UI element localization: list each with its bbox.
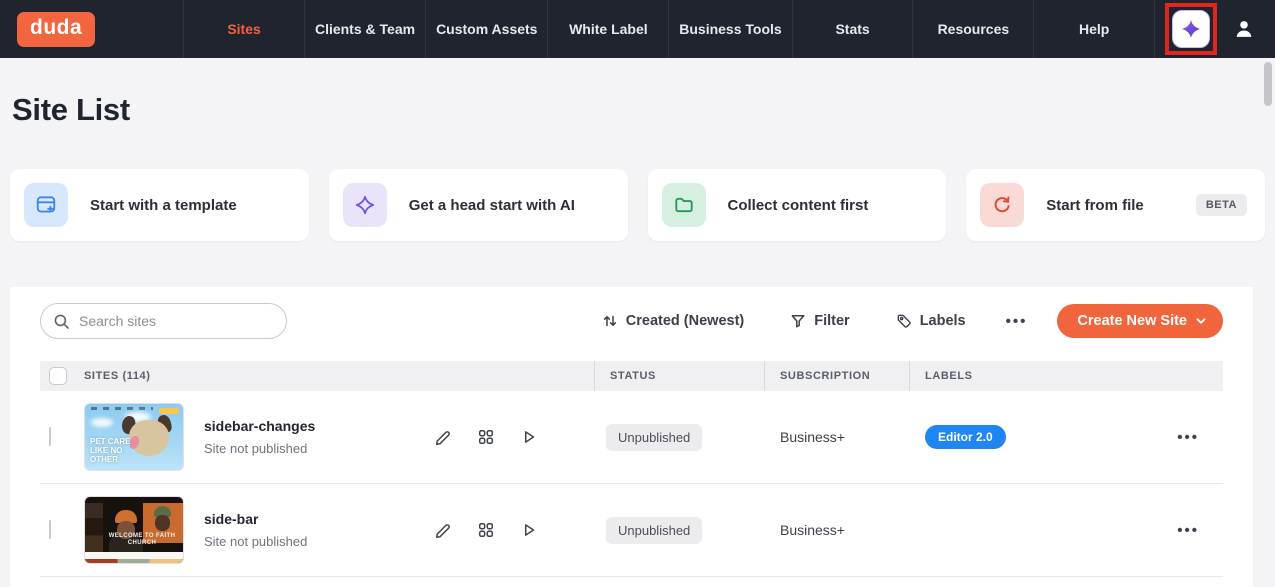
search-box[interactable] bbox=[40, 303, 287, 339]
photo-collage-decoration bbox=[85, 503, 103, 553]
sort-label: Created (Newest) bbox=[626, 313, 744, 329]
preview-play-icon[interactable] bbox=[520, 521, 538, 539]
nav-item-stats[interactable]: Stats bbox=[792, 0, 913, 58]
thumb-nav-decoration bbox=[91, 407, 153, 410]
thumb-button-decoration bbox=[159, 408, 179, 414]
column-header-sites: SITES (114) bbox=[84, 361, 594, 391]
labels-label: Labels bbox=[920, 313, 966, 329]
ai-button-highlight-box bbox=[1165, 3, 1217, 55]
beta-badge: BETA bbox=[1196, 194, 1247, 216]
edit-pencil-icon[interactable] bbox=[434, 428, 452, 446]
create-new-site-label: Create New Site bbox=[1077, 313, 1187, 329]
create-new-site-button[interactable]: Create New Site bbox=[1057, 304, 1223, 338]
main-nav: Sites Clients & Team Custom Assets White… bbox=[183, 0, 1155, 58]
row-checkbox[interactable] bbox=[49, 427, 51, 446]
more-options-button[interactable]: ••• bbox=[1006, 313, 1028, 330]
cloud-decoration bbox=[91, 418, 113, 427]
site-name[interactable]: sidebar-changes bbox=[204, 418, 434, 434]
start-with-template-card[interactable]: Start with a template bbox=[10, 169, 309, 241]
column-header-status: STATUS bbox=[594, 361, 764, 391]
nav-item-resources[interactable]: Resources bbox=[912, 0, 1033, 58]
page-content: Site List Start with a template Get a he… bbox=[0, 92, 1275, 241]
thumb-stripe-decoration bbox=[85, 559, 183, 563]
sort-dropdown[interactable]: Created (Newest) bbox=[602, 313, 744, 329]
nav-item-business-tools[interactable]: Business Tools bbox=[668, 0, 791, 58]
site-list-screen: duda Sites Clients & Team Custom Assets … bbox=[0, 0, 1275, 587]
ai-sparkle-icon bbox=[343, 183, 387, 227]
sort-arrows-icon bbox=[602, 313, 618, 329]
row-checkbox[interactable] bbox=[49, 520, 51, 539]
table-header: SITES (114) STATUS SUBSCRIPTION LABELS bbox=[40, 361, 1223, 391]
table-row: Pet care like no other sidebar-changes S… bbox=[40, 391, 1223, 484]
subscription-value: Business+ bbox=[764, 429, 909, 445]
filter-label: Filter bbox=[814, 313, 849, 329]
nav-item-sites[interactable]: Sites bbox=[183, 0, 304, 58]
top-nav: duda Sites Clients & Team Custom Assets … bbox=[0, 0, 1275, 58]
folder-icon bbox=[662, 183, 706, 227]
overview-grid-icon[interactable] bbox=[477, 428, 495, 446]
site-publish-status: Site not published bbox=[204, 534, 434, 549]
person-decoration bbox=[155, 515, 170, 531]
site-name[interactable]: side-bar bbox=[204, 511, 434, 527]
card-label: Start from file bbox=[1046, 197, 1144, 214]
card-label: Start with a template bbox=[90, 197, 237, 214]
file-import-icon bbox=[980, 183, 1024, 227]
card-label: Get a head start with AI bbox=[409, 197, 575, 214]
site-list-panel: Created (Newest) Filter bbox=[10, 287, 1253, 587]
filter-button[interactable]: Filter bbox=[790, 313, 849, 329]
chevron-down-icon bbox=[1195, 315, 1207, 327]
card-label: Collect content first bbox=[728, 197, 869, 214]
start-options: Start with a template Get a head start w… bbox=[10, 169, 1265, 241]
subscription-value: Business+ bbox=[764, 522, 909, 538]
ai-assistant-button[interactable] bbox=[1172, 10, 1210, 48]
nav-item-custom-assets[interactable]: Custom Assets bbox=[425, 0, 547, 58]
start-with-ai-card[interactable]: Get a head start with AI bbox=[329, 169, 628, 241]
scrollbar-thumb[interactable] bbox=[1264, 62, 1272, 106]
select-all-checkbox[interactable] bbox=[49, 367, 67, 385]
search-input[interactable] bbox=[79, 313, 274, 329]
tag-icon bbox=[896, 313, 912, 329]
toolbar-actions: Created (Newest) Filter bbox=[602, 304, 1223, 338]
thumb-headline: Pet care like no other bbox=[90, 437, 132, 464]
nav-item-white-label[interactable]: White Label bbox=[547, 0, 668, 58]
ai-sparkle-icon bbox=[1180, 18, 1202, 40]
site-thumbnail[interactable]: Welcome to Faith Church bbox=[84, 496, 184, 564]
collect-content-card[interactable]: Collect content first bbox=[648, 169, 947, 241]
row-more-button[interactable]: ••• bbox=[1109, 429, 1223, 446]
user-account-button[interactable] bbox=[1229, 14, 1259, 44]
filter-funnel-icon bbox=[790, 313, 806, 329]
overview-grid-icon[interactable] bbox=[477, 521, 495, 539]
page-title: Site List bbox=[12, 92, 1265, 128]
editor-label-badge[interactable]: Editor 2.0 bbox=[925, 425, 1006, 449]
site-thumbnail[interactable]: Pet care like no other bbox=[84, 403, 184, 471]
edit-pencil-icon[interactable] bbox=[434, 521, 452, 539]
thumb-headline: Welcome to Faith Church bbox=[103, 533, 181, 547]
thumb-strip-decoration bbox=[85, 552, 183, 559]
labels-button[interactable]: Labels bbox=[896, 313, 966, 329]
duda-logo[interactable]: duda bbox=[17, 12, 95, 47]
template-icon bbox=[24, 183, 68, 227]
table-row: Welcome to Faith Church side-bar Site no… bbox=[40, 484, 1223, 577]
column-header-labels: LABELS bbox=[909, 361, 1109, 391]
row-more-button[interactable]: ••• bbox=[1109, 522, 1223, 539]
column-header-subscription: SUBSCRIPTION bbox=[764, 361, 909, 391]
status-chip: Unpublished bbox=[606, 424, 702, 451]
start-from-file-card[interactable]: Start from file BETA bbox=[966, 169, 1265, 241]
list-toolbar: Created (Newest) Filter bbox=[40, 303, 1223, 339]
search-icon bbox=[53, 313, 70, 330]
status-chip: Unpublished bbox=[606, 517, 702, 544]
user-icon bbox=[1233, 18, 1255, 40]
site-publish-status: Site not published bbox=[204, 441, 434, 456]
nav-item-help[interactable]: Help bbox=[1033, 0, 1155, 58]
preview-play-icon[interactable] bbox=[520, 428, 538, 446]
nav-item-clients-team[interactable]: Clients & Team bbox=[304, 0, 425, 58]
